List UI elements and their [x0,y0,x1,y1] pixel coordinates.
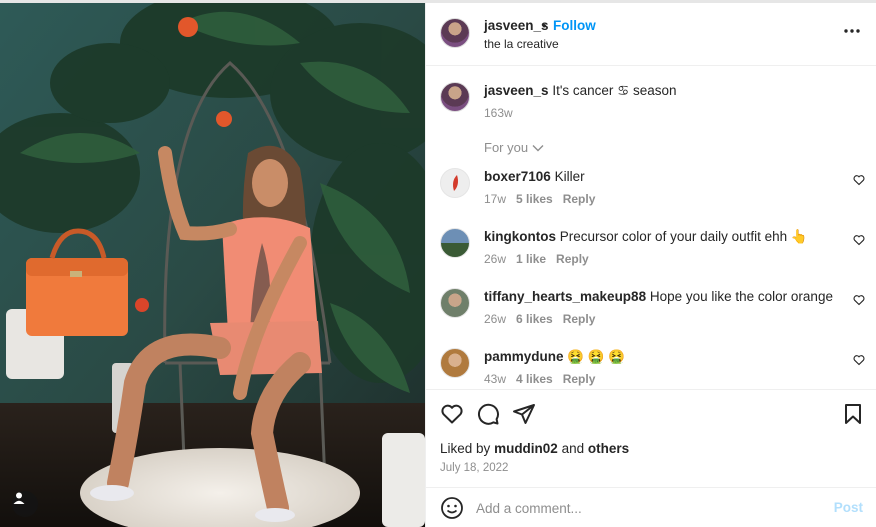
likes-prefix: Liked by [440,441,491,456]
post-comment-button[interactable]: Post [834,500,863,515]
commenter-username[interactable]: boxer7106 [484,169,551,184]
comment-text-line: tiffany_hearts_makeup88 Hope you like th… [484,289,833,304]
comment-meta: 43w 4 likes Reply [484,372,595,386]
comment-reply-button[interactable]: Reply [563,372,596,386]
share-icon[interactable] [512,402,536,426]
comments-list[interactable]: jasveen_s It's cancer ♋ season 163w For … [426,66,876,389]
heart-icon[interactable] [440,402,464,426]
post-photo[interactable] [0,3,425,527]
comment-text: Hope you like the color orange [649,289,833,304]
commenter-username[interactable]: tiffany_hearts_makeup88 [484,289,646,304]
comment-text-line: kingkontos Precursor color of your daily… [484,229,808,245]
post-actions: Liked by muddin02 and others July 18, 20… [426,389,876,487]
chevron-down-icon [532,144,544,151]
commenter-username[interactable]: kingkontos [484,229,556,244]
comment-item: tiffany_hearts_makeup88 Hope you like th… [440,288,865,344]
user-tag-icon [13,492,25,504]
comment-reply-button[interactable]: Reply [563,312,596,326]
post-photo-illustration [0,3,425,527]
commenter-avatar[interactable] [440,228,470,258]
comment-age: 26w [484,312,507,326]
save-icon[interactable] [841,402,865,426]
comment-text: Precursor color of your daily outfit ehh… [559,229,808,244]
caption-text-line: jasveen_s It's cancer ♋ season [484,83,677,99]
post-side-panel: jasveen_s • Follow the la creative jasve… [425,3,876,527]
post-header: jasveen_s • Follow the la creative [426,3,876,66]
comment-reply-button[interactable]: Reply [556,252,589,266]
comment-meta: 26w 6 likes Reply [484,312,595,326]
comment-like-heart-icon[interactable] [853,174,865,186]
commenter-avatar[interactable] [440,348,470,378]
comment-item: kingkontos Precursor color of your daily… [440,228,865,284]
comment-age: 26w [484,252,507,266]
for-you-dropdown[interactable]: For you [484,140,544,155]
comment-age: 17w [484,192,507,206]
comment-meta: 26w 1 like Reply [484,252,589,266]
caption-age: 163w [484,106,513,120]
author-subtitle: the la creative [484,37,559,51]
caption-avatar[interactable] [440,82,470,112]
comment-item: boxer7106 Killer 17w 5 likes Reply [440,168,865,224]
post-viewer: jasveen_s • Follow the la creative jasve… [0,0,876,527]
comment-text: Killer [554,169,585,184]
commenter-avatar[interactable] [440,168,470,198]
post-caption: jasveen_s It's cancer ♋ season 163w [440,82,860,138]
comment-reply-button[interactable]: Reply [563,192,596,206]
likes-summary: Liked by muddin02 and others [440,441,629,456]
more-options-icon[interactable] [843,25,861,37]
comment-like-heart-icon[interactable] [853,354,865,366]
author-avatar[interactable] [440,18,470,48]
comment-text: 🤮 🤮 🤮 [567,349,626,364]
comment-input[interactable] [476,497,796,519]
comment-text-line: pammydune 🤮 🤮 🤮 [484,349,625,365]
comment-like-heart-icon[interactable] [853,234,865,246]
comment-meta: 17w 5 likes Reply [484,192,595,206]
emoji-icon[interactable] [440,496,464,520]
comment-age: 43w [484,372,507,386]
comment-icon[interactable] [476,402,500,426]
header-separator: • [542,18,547,33]
comment-text-line: boxer7106 Killer [484,169,585,184]
commenter-avatar[interactable] [440,288,470,318]
liked-by-others[interactable]: others [588,441,629,456]
caption-text: It's cancer ♋ season [552,83,677,98]
likes-conj: and [561,441,585,456]
comment-likes[interactable]: 5 likes [516,192,553,206]
liked-by-user[interactable]: muddin02 [494,441,558,456]
comment-likes[interactable]: 4 likes [516,372,553,386]
author-username[interactable]: jasveen_s [484,18,549,33]
comment-like-heart-icon[interactable] [853,294,865,306]
user-tag-button[interactable] [12,491,38,517]
comment-likes[interactable]: 6 likes [516,312,553,326]
caption-username[interactable]: jasveen_s [484,83,549,98]
add-comment-bar: Post [426,487,876,527]
follow-button[interactable]: Follow [553,18,596,33]
for-you-label: For you [484,140,529,155]
comment-item: pammydune 🤮 🤮 🤮 43w 4 likes Reply [440,348,865,389]
comment-likes[interactable]: 1 like [516,252,546,266]
post-date[interactable]: July 18, 2022 [440,462,508,474]
commenter-username[interactable]: pammydune [484,349,564,364]
